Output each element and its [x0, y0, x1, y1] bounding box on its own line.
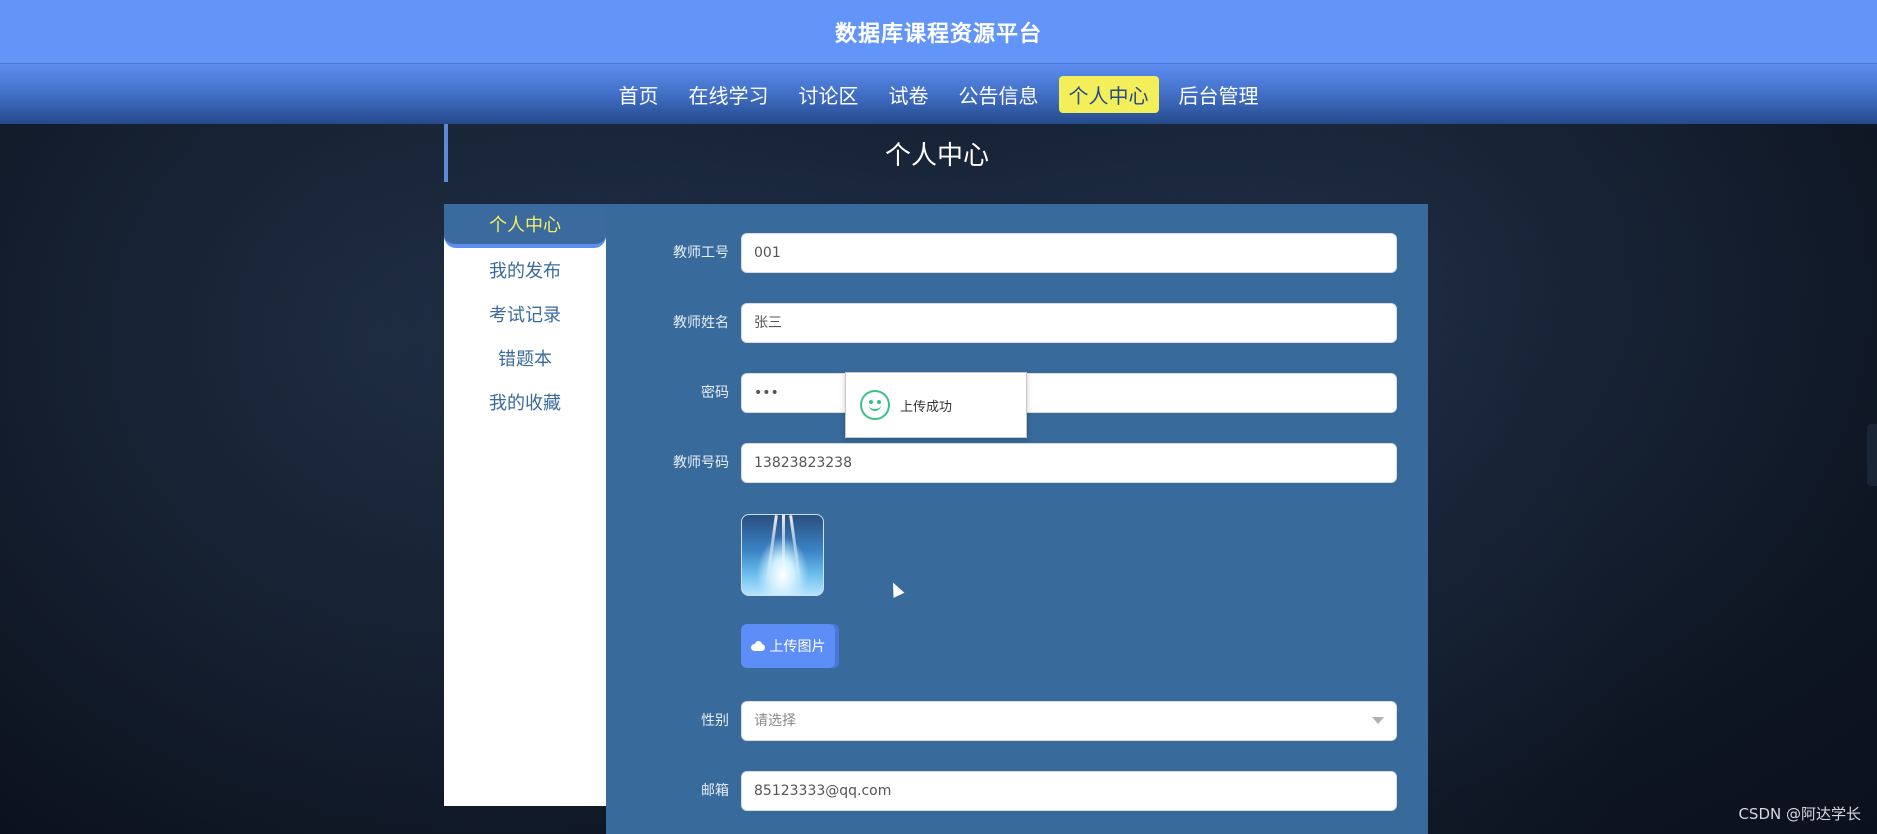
- chevron-down-icon: [1372, 717, 1384, 724]
- sidebar-header[interactable]: 个人中心: [444, 204, 606, 248]
- sidebar-item-exam-records[interactable]: 考试记录: [444, 292, 606, 336]
- phone-label: 教师号码: [673, 455, 729, 471]
- watermark: CSDN @阿达学长: [1738, 805, 1861, 823]
- nav-item-notices[interactable]: 公告信息: [949, 76, 1049, 113]
- smile-mouth: [869, 403, 881, 411]
- page-title: 个人中心: [884, 140, 989, 171]
- password-label: 密码: [701, 385, 729, 401]
- edge-handle[interactable]: [1867, 424, 1877, 486]
- light-ray: [782, 515, 785, 585]
- teacher-id-row: 教师工号 001: [606, 233, 1428, 273]
- teacher-name-field[interactable]: 张三: [741, 303, 1397, 343]
- profile-form: 教师工号 001 教师姓名 张三 密码 ••• 教师号码 13823823238…: [606, 204, 1428, 834]
- upload-image-label: 上传图片: [769, 639, 826, 655]
- email-field[interactable]: 85123333@qq.com: [741, 771, 1397, 811]
- email-label: 邮箱: [701, 783, 729, 799]
- section-header: 个人中心: [444, 124, 1426, 182]
- sidebar-item-favorites[interactable]: 我的收藏: [444, 380, 606, 424]
- site-title: 数据库课程资源平台: [834, 21, 1042, 47]
- light-ray: [789, 515, 802, 585]
- gender-label: 性别: [701, 713, 729, 729]
- smile-icon: [860, 390, 890, 420]
- avatar-image[interactable]: [741, 514, 824, 596]
- email-row: 邮箱 85123333@qq.com: [606, 771, 1428, 811]
- nav-item-online-learning[interactable]: 在线学习: [679, 76, 779, 113]
- teacher-name-label: 教师姓名: [673, 315, 729, 331]
- phone-row: 教师号码 13823823238: [606, 443, 1428, 483]
- toast-message: 上传成功: [845, 372, 1027, 438]
- gender-select[interactable]: 请选择: [741, 701, 1397, 741]
- light-ray: [765, 515, 778, 585]
- nav-item-forum[interactable]: 讨论区: [789, 76, 869, 113]
- nav-item-admin[interactable]: 后台管理: [1169, 76, 1269, 113]
- nav-item-exam[interactable]: 试卷: [879, 76, 939, 113]
- teacher-name-row: 教师姓名 张三: [606, 303, 1428, 343]
- password-field[interactable]: •••: [741, 373, 1397, 413]
- upload-image-button[interactable]: 上传图片: [741, 624, 835, 668]
- teacher-id-label: 教师工号: [673, 245, 729, 261]
- toast-text: 上传成功: [900, 399, 953, 415]
- main-nav: 首页 在线学习 讨论区 试卷 公告信息 个人中心 后台管理: [0, 64, 1877, 124]
- site-header: 数据库课程资源平台: [0, 0, 1877, 64]
- sidebar-item-my-posts[interactable]: 我的发布: [444, 248, 606, 292]
- nav-item-personal-center[interactable]: 个人中心: [1058, 75, 1159, 113]
- phone-field[interactable]: 13823823238: [741, 443, 1397, 483]
- gender-row: 性别 请选择: [606, 701, 1428, 741]
- gender-placeholder: 请选择: [754, 713, 796, 729]
- sidebar-item-wrong-questions[interactable]: 错题本: [444, 336, 606, 380]
- cloud-upload-icon: [750, 641, 765, 651]
- nav-item-home[interactable]: 首页: [609, 76, 669, 113]
- teacher-id-field[interactable]: 001: [741, 233, 1397, 273]
- sidebar: 个人中心 我的发布 考试记录 错题本 我的收藏: [444, 204, 606, 806]
